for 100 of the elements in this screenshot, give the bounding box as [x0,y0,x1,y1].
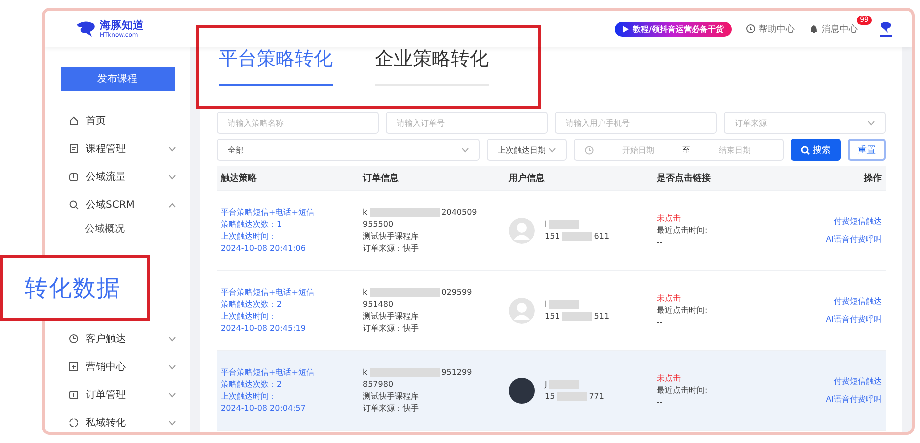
click-time-label: 最近点击时间: [657,384,709,396]
sidebar-item[interactable]: 客户触达 [45,325,190,353]
click-time: -- [657,236,664,248]
redaction-bar [549,220,580,229]
order-id-start: k [363,366,368,378]
click-status: 未点击 [657,212,682,224]
sidebar-item[interactable]: 首页 [45,107,190,135]
date-range-field[interactable]: 开始日期 至 结束日期 [574,139,784,161]
publish-course-button[interactable]: 发布课程 [60,67,174,91]
strategy-text: 平台策略短信+电话+短信 [221,286,316,298]
text-field[interactable]: 请输入策略名称 [217,112,379,134]
sidebar-item[interactable]: 公域SCRM [45,191,190,219]
play-icon [623,26,630,32]
user-name-start: l [545,218,548,230]
plus-square-icon [69,362,79,372]
select-field[interactable]: 上次触达日期 [487,139,567,161]
click-status: 未点击 [657,292,682,304]
sidebar-item[interactable]: 公域流量 [45,163,190,191]
column-header: 操作 [863,172,883,184]
order-text: 857980 [363,378,395,390]
user-name-start: l [545,298,548,310]
action-link[interactable]: AI语音付费呼叫 [787,234,882,246]
clock-icon [746,24,756,34]
click-time: -- [657,396,664,408]
action-link[interactable]: AI语音付费呼叫 [787,394,882,406]
order-text: 951480 [363,298,395,310]
order-id-end: 029599 [442,286,472,298]
tab[interactable]: 平台策略转化 [219,46,333,86]
home-icon [69,116,79,126]
strategy-text: 策略触达次数：1 [221,218,284,230]
column-header: 用户信息 [508,172,546,184]
strategy-text: 策略触达次数：2 [221,298,284,310]
redaction-bar [549,380,580,389]
logo-title: 海豚知道 [100,20,144,32]
action-link[interactable]: 付费短信触达 [787,216,882,228]
order-text: 955500 [363,218,395,230]
order-id-start: k [363,206,368,218]
action-link[interactable]: 付费短信触达 [787,376,882,388]
redaction-bar [370,288,440,297]
sidebar-subitem[interactable]: 公域概况 [45,219,190,241]
click-time: -- [657,316,664,328]
circle-icon [69,418,79,428]
reset-button[interactable]: 重置 [848,139,886,161]
column-header: 是否点击链接 [656,172,712,184]
order-text: 订单来源：快手 [363,322,420,334]
text-field[interactable]: 请输入订单号 [386,112,548,134]
strategy-text: 2024-10-08 20:41:06 [221,242,307,254]
user-name-start: J [545,378,548,390]
redaction-bar [549,300,580,309]
action-link[interactable]: AI语音付费呼叫 [787,314,882,326]
order-id-end: 951299 [442,366,472,378]
clock-icon [69,334,79,344]
sidebar-item[interactable]: 私域转化 [45,409,190,432]
help-link[interactable]: 帮助中心 [746,22,795,36]
promo-banner[interactable]: 教程/领抖音运营必备干货 [615,22,732,36]
order-id-end: 2040509 [442,206,478,218]
chevron-icon [868,120,875,126]
strategy-text: 2024-10-08 20:45:19 [221,322,307,334]
search-button[interactable]: 搜索 [791,139,841,161]
strategy-text: 上次触达时间： [221,310,278,322]
redaction-bar [562,312,592,321]
strategy-text: 上次触达时间： [221,230,278,242]
bell-icon [809,24,819,34]
redaction-bar [557,392,588,401]
search-icon [801,146,810,154]
text-field[interactable]: 请输入用户手机号 [555,112,717,134]
click-status: 未点击 [657,372,682,384]
document-icon [69,144,79,154]
avatar-logo-icon [878,20,894,38]
range-separator: 至 [682,144,690,156]
strategy-text: 平台策略短信+电话+短信 [221,206,316,218]
column-header: 触达策略 [220,172,258,184]
order-text: 订单来源：快手 [363,242,420,254]
chevron-icon [549,148,556,152]
clock-icon [585,146,594,154]
action-link[interactable]: 付费短信触达 [787,296,882,308]
redaction-bar [562,232,592,241]
phone-end: 511 [594,310,610,322]
phone-start: 151 [545,310,560,322]
chevron-icon [462,148,469,152]
sidebar-item[interactable]: 订单管理 [45,381,190,409]
sidebar-item[interactable]: 课程管理 [45,135,190,163]
end-date-placeholder: 结束日期 [718,144,752,156]
strategy-text: 2024-10-08 20:04:57 [221,402,307,414]
callout-label: 转化数据 [0,255,150,321]
messages-link[interactable]: 消息中心 [809,22,858,36]
strategy-text: 平台策略短信+电话+短信 [221,366,316,378]
box-icon [69,172,79,182]
tab[interactable]: 企业策略转化 [375,46,489,86]
box-icon [69,390,79,400]
sidebar-item[interactable]: 营销中心 [45,353,190,381]
order-text: 测试快手课程库 [363,390,420,402]
click-time-label: 最近点击时间: [657,224,709,236]
phone-start: 15 [545,390,556,402]
phone-end: 771 [589,390,604,402]
select-field[interactable]: 全部 [217,139,480,161]
click-time-label: 最近点击时间: [657,304,709,316]
column-header: 订单信息 [362,172,400,184]
order-text: 测试快手课程库 [363,230,420,242]
redaction-bar [370,368,440,377]
